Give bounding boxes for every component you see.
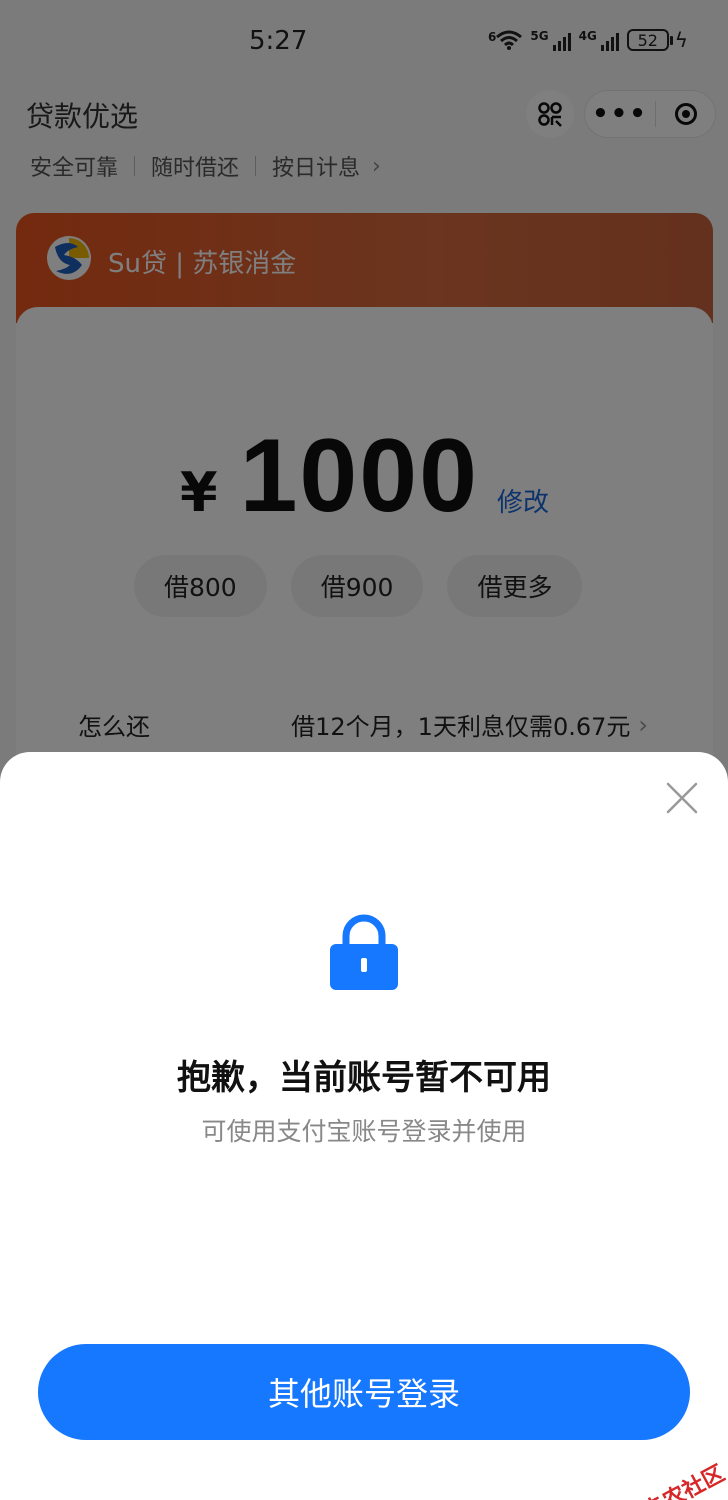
account-unavailable-sheet: 抱歉，当前账号暂不可用 可使用支付宝账号登录并使用 其他账号登录 卡农社区: [0, 752, 728, 1500]
dialog-title: 抱歉，当前账号暂不可用: [177, 1058, 551, 1098]
close-icon[interactable]: [662, 778, 702, 818]
lock-icon: [330, 914, 398, 990]
watermark: 卡农社区: [612, 1456, 728, 1500]
dialog-subtitle: 可使用支付宝账号登录并使用: [201, 1117, 527, 1146]
screen: 5:27 6 5G 4G 52 ϟ: [0, 0, 728, 1500]
watermark-text: 卡农社区: [639, 1461, 728, 1500]
other-account-login-button[interactable]: 其他账号登录: [38, 1344, 690, 1440]
